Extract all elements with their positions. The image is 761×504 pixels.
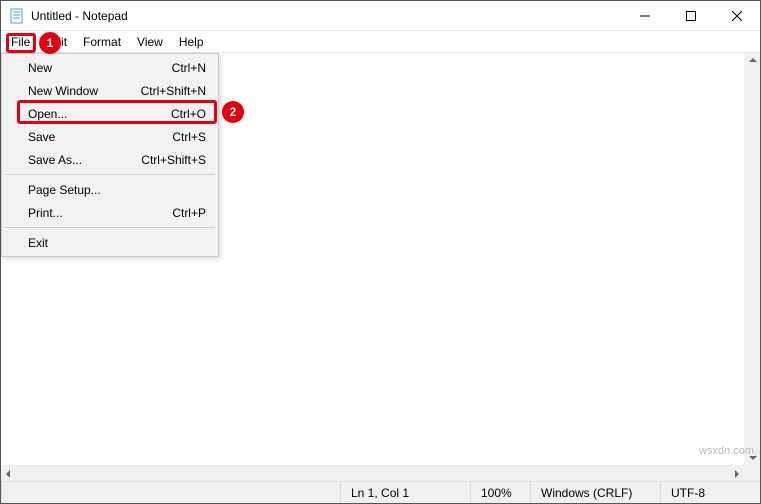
menu-item-print[interactable]: Print... Ctrl+P (4, 201, 216, 224)
menu-item-new-window[interactable]: New Window Ctrl+Shift+N (4, 79, 216, 102)
menu-item-shortcut: Ctrl+O (171, 107, 206, 121)
vertical-scrollbar[interactable] (744, 53, 760, 465)
maximize-button[interactable] (668, 1, 714, 30)
menu-file[interactable]: File (3, 31, 38, 52)
watermark-text: wsxdn.com (699, 445, 754, 457)
minimize-button[interactable] (622, 1, 668, 30)
menu-item-label: Page Setup... (28, 183, 206, 197)
annotation-badge-2: 2 (222, 101, 244, 123)
window-controls (622, 1, 760, 30)
close-button[interactable] (714, 1, 760, 30)
menu-item-exit[interactable]: Exit (4, 231, 216, 254)
menu-item-save[interactable]: Save Ctrl+S (4, 125, 216, 148)
title-bar: Untitled - Notepad (1, 1, 760, 31)
menu-item-shortcut: Ctrl+N (172, 61, 206, 75)
menu-item-new[interactable]: New Ctrl+N (4, 56, 216, 79)
menu-edit[interactable]: Edit (38, 31, 75, 52)
window-title: Untitled - Notepad (31, 9, 622, 23)
scrollbar-corner (744, 465, 760, 481)
menu-item-label: Save As... (28, 153, 141, 167)
menu-item-label: Exit (28, 236, 206, 250)
menu-item-label: Print... (28, 206, 172, 220)
status-bar: Ln 1, Col 1 100% Windows (CRLF) UTF-8 (1, 481, 760, 503)
menu-format[interactable]: Format (75, 31, 129, 52)
menu-item-shortcut: Ctrl+Shift+N (141, 84, 206, 98)
menu-item-label: New Window (28, 84, 141, 98)
menu-item-save-as[interactable]: Save As... Ctrl+Shift+S (4, 148, 216, 171)
menu-help[interactable]: Help (171, 31, 212, 52)
notepad-icon (9, 8, 25, 24)
menu-separator (5, 227, 215, 228)
menu-bar: File Edit Format View Help (1, 31, 760, 53)
menu-separator (5, 174, 215, 175)
menu-item-page-setup[interactable]: Page Setup... (4, 178, 216, 201)
file-menu-dropdown: New Ctrl+N New Window Ctrl+Shift+N Open.… (1, 53, 219, 257)
horizontal-scrollbar[interactable] (1, 465, 744, 481)
notepad-window: Untitled - Notepad File Edit Format View… (0, 0, 761, 504)
status-spacer (1, 482, 340, 503)
menu-view[interactable]: View (129, 31, 171, 52)
status-zoom: 100% (470, 482, 530, 503)
menu-item-label: Open... (28, 107, 171, 121)
menu-item-shortcut: Ctrl+S (172, 130, 206, 144)
menu-item-label: Save (28, 130, 172, 144)
status-line-ending: Windows (CRLF) (530, 482, 660, 503)
status-encoding: UTF-8 (660, 482, 760, 503)
menu-item-shortcut: Ctrl+Shift+S (141, 153, 206, 167)
menu-item-shortcut: Ctrl+P (172, 206, 206, 220)
menu-item-label: New (28, 61, 172, 75)
text-editor-area[interactable]: New Ctrl+N New Window Ctrl+Shift+N Open.… (1, 53, 760, 481)
menu-item-open[interactable]: Open... Ctrl+O (4, 102, 216, 125)
status-position: Ln 1, Col 1 (340, 482, 470, 503)
